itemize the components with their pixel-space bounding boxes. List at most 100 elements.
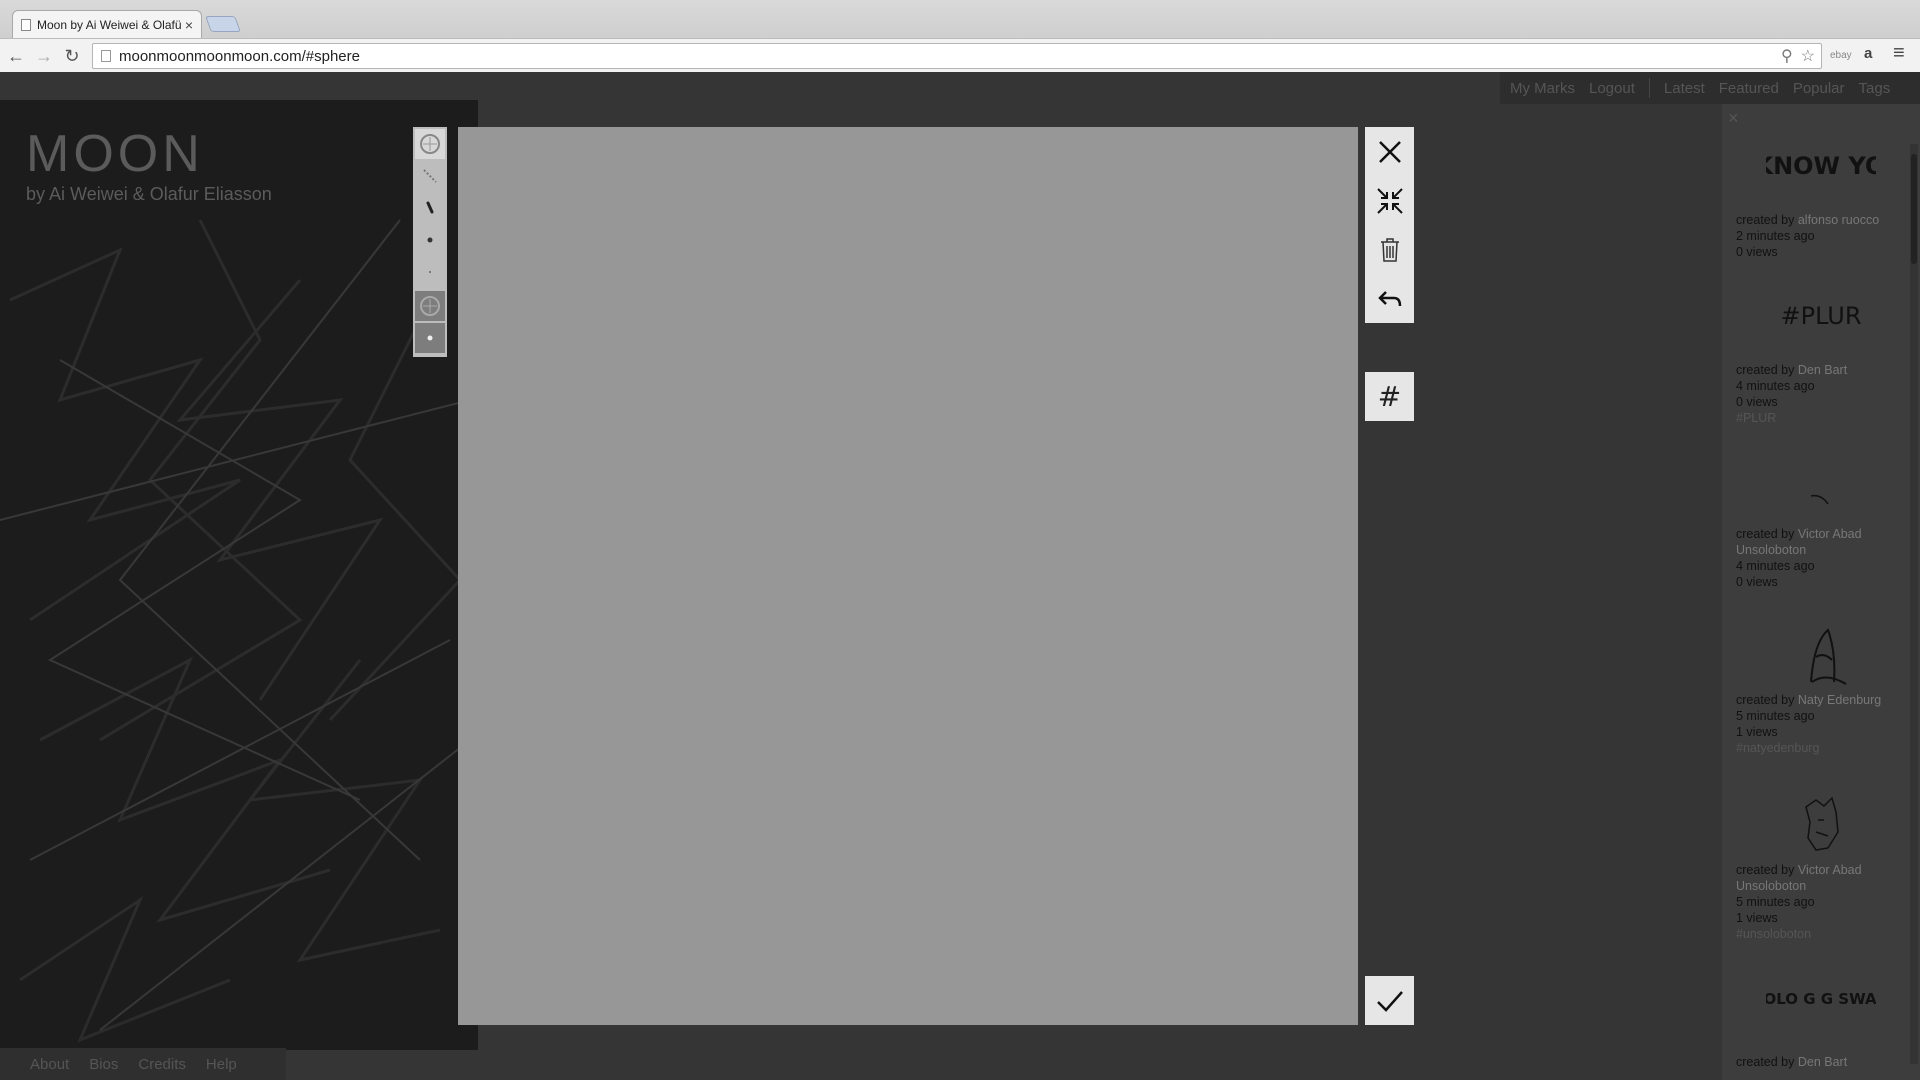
mark-art-text: #PLUR (1781, 302, 1862, 330)
nav-logout[interactable]: Logout (1589, 80, 1635, 97)
page: MOON by Ai Weiwei & Olafur Eliasson Abou… (0, 72, 1920, 1080)
spray-brush-icon (423, 169, 437, 183)
collapse-button[interactable] (1365, 176, 1414, 225)
mark-author[interactable]: Den Bart (1798, 363, 1847, 377)
checkmark-icon (1376, 990, 1403, 1012)
trash-icon (1380, 237, 1399, 262)
mark-art-text: YOLO G G SWAG (1766, 990, 1876, 1008)
new-tab-button[interactable] (205, 16, 241, 32)
mark-artwork (1805, 796, 1839, 851)
top-navigation: My Marks Logout Latest Featured Popular … (1500, 72, 1920, 104)
forward-icon[interactable]: → (32, 44, 56, 68)
brush-size-large-button[interactable] (415, 161, 445, 191)
scribble-background: MOON by Ai Weiwei & Olafur Eliasson (0, 100, 478, 1050)
mark-time: 4 minutes ago (1736, 379, 1815, 393)
nav-featured[interactable]: Featured (1719, 80, 1779, 97)
drawing-canvas[interactable] (458, 127, 1358, 1025)
back-icon[interactable]: ← (4, 44, 28, 68)
mark-views: 0 views (1736, 575, 1778, 589)
tab-strip: Moon by Ai Weiwei & Olafü × (0, 0, 1920, 38)
undo-icon (1377, 290, 1401, 306)
footer-links: About Bios Credits Help (0, 1048, 286, 1080)
zoom-icon[interactable]: ⚲ (1781, 46, 1793, 66)
small-dot-tool-button[interactable] (415, 257, 445, 287)
footer-link-credits[interactable]: Credits (138, 1056, 186, 1073)
nav-latest[interactable]: Latest (1664, 80, 1705, 97)
close-icon (1378, 140, 1401, 163)
site-title: MOON (26, 125, 204, 183)
mark-artwork (1810, 628, 1847, 685)
mark-time: 5 minutes ago (1736, 709, 1815, 723)
created-by-label: created by (1736, 1055, 1795, 1069)
created-by-label: created by (1736, 363, 1795, 377)
mark-item[interactable]: YOLO G G SWAG created by Den Bart (1736, 984, 1906, 1070)
mark-views: 1 views (1736, 911, 1778, 925)
add-hashtag-button[interactable]: # (1365, 372, 1414, 421)
brush-icon (420, 134, 440, 154)
drawing-tools (413, 127, 447, 357)
footer-link-about[interactable]: About (30, 1056, 69, 1073)
dot-tool-button[interactable] (415, 225, 445, 255)
mark-item[interactable]: created by Victor Abad Unsoloboton 4 min… (1736, 456, 1906, 590)
white-dot-icon (427, 335, 433, 341)
amazon-extension-icon[interactable]: a (1864, 45, 1872, 62)
mark-item[interactable]: created by Naty Edenburg 5 minutes ago 1… (1736, 622, 1906, 756)
mark-views: 0 views (1736, 245, 1778, 259)
mark-tag[interactable]: #unsoloboton (1736, 926, 1906, 942)
scribble-artwork (0, 219, 471, 1043)
page-icon (21, 18, 31, 31)
brush-selector-button[interactable] (415, 129, 445, 159)
small-dot-icon (429, 271, 431, 273)
chrome-menu-icon[interactable]: ≡ (1893, 42, 1905, 65)
mark-artwork: YOLO G G SWAG (1766, 990, 1876, 1008)
sidebar-scrollbar[interactable] (1910, 144, 1918, 1064)
mark-author[interactable]: alfonso ruocco (1798, 213, 1879, 227)
mark-author[interactable]: Naty Edenburg (1798, 693, 1881, 707)
reload-icon[interactable]: ↻ (60, 44, 84, 68)
close-editor-button[interactable] (1365, 127, 1414, 176)
mark-art-text: I KNOW YOU (1766, 152, 1876, 180)
submit-mark-button[interactable] (1365, 976, 1414, 1025)
ebay-extension-icon[interactable]: ebay (1830, 50, 1852, 61)
mark-artwork (1810, 494, 1829, 505)
mark-item[interactable]: created by Victor Abad Unsoloboton 5 min… (1736, 792, 1906, 942)
footer-link-help[interactable]: Help (206, 1056, 237, 1073)
page-icon (101, 50, 111, 62)
nav-my-marks[interactable]: My Marks (1510, 80, 1575, 97)
browser-toolbar: ← → ↻ moonmoonmoonmoon.com/#sphere ⚲ ☆ e… (0, 38, 1920, 72)
bookmark-star-icon[interactable]: ☆ (1801, 46, 1815, 66)
site-subtitle: by Ai Weiwei & Olafur Eliasson (26, 184, 272, 204)
footer-link-bios[interactable]: Bios (89, 1056, 118, 1073)
undo-button[interactable] (1365, 274, 1414, 323)
nav-divider (1648, 78, 1650, 98)
created-by-label: created by (1736, 213, 1795, 227)
mark-artwork: #PLUR (1781, 302, 1862, 330)
tab-close-icon[interactable]: × (185, 17, 193, 33)
delete-button[interactable] (1365, 225, 1414, 274)
eraser-selector-button[interactable] (415, 291, 445, 321)
browser-tab[interactable]: Moon by Ai Weiwei & Olafü × (12, 10, 202, 38)
created-by-label: created by (1736, 693, 1795, 707)
eraser-size-button[interactable] (415, 323, 445, 353)
mark-time: 5 minutes ago (1736, 895, 1815, 909)
created-by-label: created by (1736, 527, 1795, 541)
sidebar-close-icon[interactable]: × (1728, 108, 1739, 129)
mark-time: 4 minutes ago (1736, 559, 1815, 573)
mark-tag[interactable]: #PLUR (1736, 410, 1906, 426)
mark-views: 0 views (1736, 395, 1778, 409)
nav-tags[interactable]: Tags (1859, 80, 1891, 97)
nav-popular[interactable]: Popular (1793, 80, 1845, 97)
url-text: moonmoonmoonmoon.com/#sphere (119, 47, 360, 65)
eraser-brush-icon (420, 296, 440, 316)
browser-chrome: Moon by Ai Weiwei & Olafü × ← → ↻ moonmo… (0, 0, 1920, 72)
mark-item[interactable]: #PLUR created by Den Bart 4 minutes ago … (1736, 292, 1906, 426)
mark-artwork: I KNOW YOU (1766, 152, 1876, 180)
mark-item[interactable]: I KNOW YOU created by alfonso ruocco 2 m… (1736, 142, 1906, 260)
scrollbar-thumb[interactable] (1911, 154, 1917, 264)
pen-tool-button[interactable] (415, 193, 445, 223)
address-bar[interactable]: moonmoonmoonmoon.com/#sphere ⚲ ☆ (92, 43, 1822, 69)
hashtag-icon: # (1377, 380, 1402, 413)
mark-author[interactable]: Den Bart (1798, 1055, 1847, 1069)
mark-tag[interactable]: #natyedenburg (1736, 740, 1906, 756)
mark-views: 1 views (1736, 725, 1778, 739)
